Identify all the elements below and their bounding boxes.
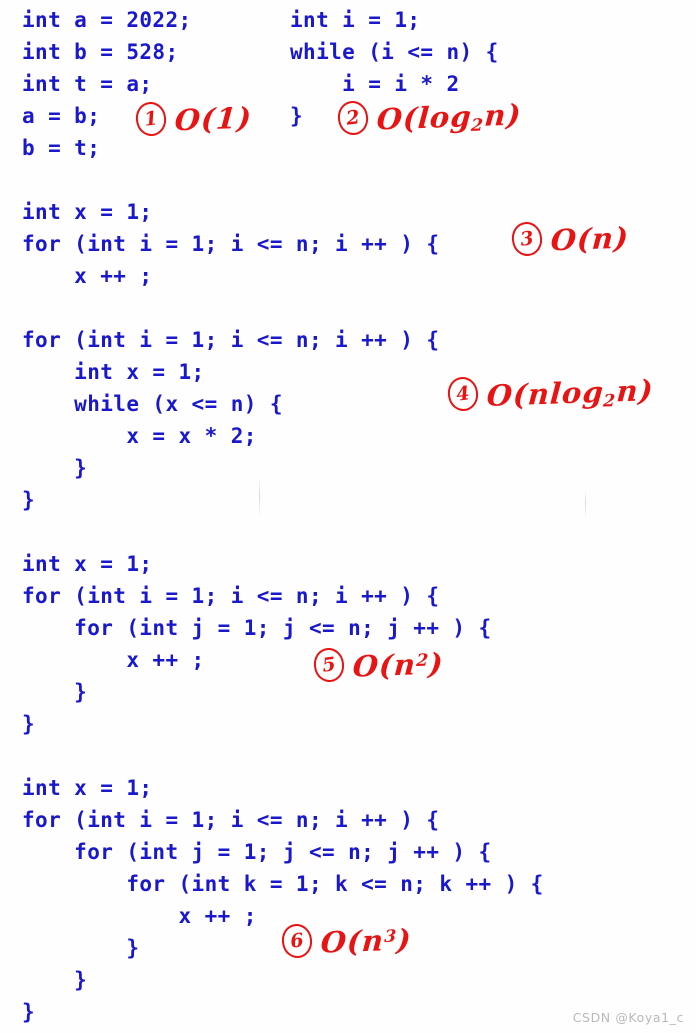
code-line: int b = 528; bbox=[22, 40, 179, 64]
annotation-number-badge: 6 bbox=[280, 922, 314, 960]
complexity-annotation: 4 O(nlog2n) bbox=[446, 373, 655, 413]
code-line: int a = 2022; bbox=[22, 8, 192, 32]
complexity-annotation: 5 O(n2) bbox=[312, 646, 445, 684]
code-layer: int a = 2022; int b = 528; int t = a; a = b… bbox=[0, 0, 696, 1033]
code-line: while (i <= n) { bbox=[290, 40, 499, 64]
annotation-expression: O(n) bbox=[549, 220, 631, 258]
annotation-number-badge: 4 bbox=[446, 375, 480, 413]
code-line: for (int i = 1; i <= n; i ++ ) { bbox=[22, 584, 440, 608]
code-line: for (int j = 1; j <= n; j ++ ) { bbox=[22, 840, 492, 864]
code-line: x ++ ; bbox=[22, 904, 257, 928]
code-line: b = t; bbox=[22, 136, 101, 160]
code-line: for (int i = 1; i <= n; i ++ ) { bbox=[22, 328, 440, 352]
code-line: } bbox=[22, 456, 88, 480]
code-line: } bbox=[22, 968, 88, 992]
code-line: int t = a; bbox=[22, 72, 153, 96]
scan-artifact-stroke bbox=[259, 478, 260, 518]
code-screenshot-page: int a = 2022; int b = 528; int t = a; a = b… bbox=[0, 0, 696, 1033]
annotation-number-badge: 2 bbox=[336, 99, 370, 137]
annotation-number-badge: 1 bbox=[134, 100, 168, 138]
code-line: int x = 1; bbox=[22, 552, 153, 576]
complexity-annotation: 3 O(n) bbox=[510, 220, 631, 258]
code-line: x ++ ; bbox=[22, 264, 153, 288]
code-line: } bbox=[22, 1000, 36, 1024]
code-line: a = b; bbox=[22, 104, 101, 128]
code-line: for (int i = 1; i <= n; i ++ ) { bbox=[22, 808, 440, 832]
code-line: for (int i = 1; i <= n; i ++ ) { bbox=[22, 232, 440, 256]
annotation-expression: O(n3) bbox=[319, 922, 413, 960]
code-line: int x = 1; bbox=[22, 776, 153, 800]
code-line: for (int k = 1; k <= n; k ++ ) { bbox=[22, 872, 544, 896]
code-line: } bbox=[22, 488, 36, 512]
annotation-number-badge: 3 bbox=[510, 220, 544, 258]
annotation-expression: O(1) bbox=[173, 100, 254, 138]
code-line: } bbox=[22, 680, 88, 704]
code-line: x ++ ; bbox=[22, 648, 205, 672]
complexity-annotation: 2 O(log2n) bbox=[336, 97, 523, 137]
code-line: int x = 1; bbox=[22, 200, 153, 224]
code-line: i = i * 2 bbox=[290, 72, 460, 96]
annotation-expression: O(nlog2n) bbox=[485, 373, 655, 413]
complexity-annotation: 6 O(n3) bbox=[280, 922, 413, 960]
code-line: int i = 1; bbox=[290, 8, 421, 32]
code-line: } bbox=[290, 104, 304, 128]
annotation-expression: O(n2) bbox=[351, 646, 445, 684]
watermark: CSDN @Koya1_c bbox=[572, 1010, 684, 1025]
annotation-expression: O(log2n) bbox=[375, 97, 523, 137]
code-line: x = x * 2; bbox=[22, 424, 257, 448]
code-line: } bbox=[22, 712, 36, 736]
code-line: while (x <= n) { bbox=[22, 392, 283, 416]
scan-artifact-stroke bbox=[585, 490, 586, 518]
complexity-annotation: 1 O(1) bbox=[134, 100, 254, 138]
code-line: int x = 1; bbox=[22, 360, 205, 384]
code-line: } bbox=[22, 936, 140, 960]
code-line: for (int j = 1; j <= n; j ++ ) { bbox=[22, 616, 492, 640]
annotation-number-badge: 5 bbox=[312, 646, 346, 684]
